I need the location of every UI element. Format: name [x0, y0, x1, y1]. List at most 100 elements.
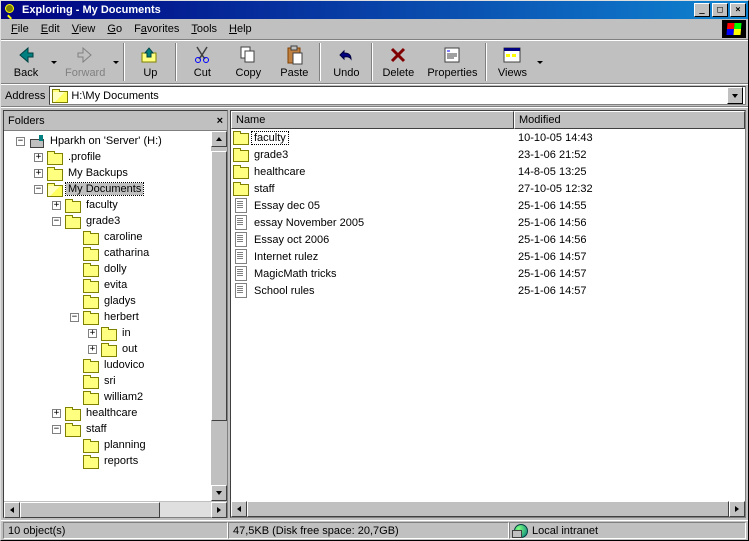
folders-pane: Folders × −Hparkh on 'Server' (H:) +.pro…: [3, 110, 228, 518]
menu-help[interactable]: Help: [223, 21, 258, 37]
folder-icon: [65, 199, 81, 212]
column-headers: Name Modified: [231, 111, 745, 129]
properties-button[interactable]: Properties: [421, 42, 483, 82]
explorer-window: Exploring - My Documents _ □ × File Edit…: [0, 0, 749, 541]
list-item[interactable]: staff27-10-05 12:32: [231, 180, 745, 197]
tree-hscrollbar[interactable]: [4, 501, 227, 517]
cut-button[interactable]: Cut: [179, 42, 225, 82]
list-item[interactable]: MagicMath tricks25-1-06 14:57: [231, 265, 745, 282]
up-folder-icon: [140, 45, 160, 65]
folder-icon: [65, 423, 81, 436]
tree-node[interactable]: catharina: [4, 245, 211, 261]
tree-node[interactable]: +faculty: [4, 197, 211, 213]
window-title: Exploring - My Documents: [22, 4, 692, 16]
up-button[interactable]: Up: [127, 42, 173, 82]
list-item[interactable]: faculty10-10-05 14:43: [231, 129, 745, 146]
drive-icon: [29, 135, 45, 148]
folder-open-icon: [47, 183, 63, 196]
menu-view[interactable]: View: [66, 21, 102, 37]
status-size: 47,5KB (Disk free space: 20,7GB): [228, 522, 509, 539]
list-item[interactable]: Essay dec 0525-1-06 14:55: [231, 197, 745, 214]
address-dropdown[interactable]: [727, 87, 743, 104]
tree-node[interactable]: sri: [4, 373, 211, 389]
folder-icon: [83, 455, 99, 468]
folder-icon: [233, 131, 249, 144]
tree-node[interactable]: ludovico: [4, 357, 211, 373]
address-label: Address: [3, 90, 49, 102]
tree-node-root[interactable]: −Hparkh on 'Server' (H:): [4, 133, 211, 149]
tree-node[interactable]: dolly: [4, 261, 211, 277]
copy-button[interactable]: Copy: [225, 42, 271, 82]
folder-icon: [65, 215, 81, 228]
column-modified[interactable]: Modified: [514, 111, 745, 129]
tree-node[interactable]: +.profile: [4, 149, 211, 165]
folder-icon: [83, 311, 99, 324]
menu-favorites[interactable]: Favorites: [128, 21, 185, 37]
minimize-button[interactable]: _: [694, 3, 710, 17]
tree-node[interactable]: planning: [4, 437, 211, 453]
delete-button[interactable]: Delete: [375, 42, 421, 82]
back-button[interactable]: Back: [3, 42, 49, 82]
undo-button[interactable]: Undo: [323, 42, 369, 82]
tree-node[interactable]: +out: [4, 341, 211, 357]
tree-node[interactable]: −staff: [4, 421, 211, 437]
forward-button: Forward: [59, 42, 111, 82]
views-button[interactable]: Views: [489, 42, 535, 82]
folder-icon: [83, 439, 99, 452]
list-item[interactable]: Internet rulez25-1-06 14:57: [231, 248, 745, 265]
column-name[interactable]: Name: [231, 111, 514, 129]
tree-node-mydocuments[interactable]: −My Documents: [4, 181, 211, 197]
folders-header: Folders ×: [4, 111, 227, 131]
tree-node[interactable]: reports: [4, 453, 211, 469]
tree-vscrollbar[interactable]: [211, 131, 227, 501]
folder-icon: [47, 167, 63, 180]
forward-dropdown[interactable]: [111, 61, 121, 64]
back-dropdown[interactable]: [49, 61, 59, 64]
document-icon: [233, 215, 249, 230]
maximize-button[interactable]: □: [712, 3, 728, 17]
menu-edit[interactable]: Edit: [35, 21, 66, 37]
list-item[interactable]: healthcare14-8-05 13:25: [231, 163, 745, 180]
scissors-icon: [192, 45, 212, 65]
folder-icon: [65, 407, 81, 420]
menu-tools[interactable]: Tools: [185, 21, 223, 37]
tree-node[interactable]: gladys: [4, 293, 211, 309]
folder-icon: [233, 148, 249, 161]
views-dropdown[interactable]: [535, 61, 545, 64]
file-list: faculty10-10-05 14:43 grade323-1-06 21:5…: [231, 129, 745, 501]
tree-node[interactable]: −herbert: [4, 309, 211, 325]
folder-icon: [233, 182, 249, 195]
list-item[interactable]: School rules25-1-06 14:57: [231, 282, 745, 299]
document-icon: [233, 266, 249, 281]
tree-node[interactable]: −grade3: [4, 213, 211, 229]
list-item[interactable]: grade323-1-06 21:52: [231, 146, 745, 163]
document-icon: [233, 198, 249, 213]
close-button[interactable]: ×: [730, 3, 746, 17]
folder-icon: [52, 89, 68, 102]
files-pane: Name Modified faculty10-10-05 14:43 grad…: [230, 110, 746, 518]
titlebar[interactable]: Exploring - My Documents _ □ ×: [1, 1, 748, 19]
files-hscrollbar[interactable]: [231, 501, 745, 517]
folder-icon: [83, 391, 99, 404]
tree-node[interactable]: caroline: [4, 229, 211, 245]
tree-node[interactable]: +healthcare: [4, 405, 211, 421]
windows-logo: [722, 20, 746, 38]
list-item[interactable]: Essay oct 200625-1-06 14:56: [231, 231, 745, 248]
undo-icon: [336, 45, 356, 65]
status-objects: 10 object(s): [3, 522, 228, 539]
tree-node[interactable]: +in: [4, 325, 211, 341]
paste-button[interactable]: Paste: [271, 42, 317, 82]
address-field[interactable]: H:\My Documents: [49, 86, 746, 105]
menu-go[interactable]: Go: [101, 21, 128, 37]
tree-node[interactable]: william2: [4, 389, 211, 405]
explorer-icon: [3, 2, 19, 18]
tree-node[interactable]: +My Backups: [4, 165, 211, 181]
menu-file[interactable]: File: [5, 21, 35, 37]
menubar: File Edit View Go Favorites Tools Help: [1, 19, 748, 40]
document-icon: [233, 232, 249, 247]
status-zone: Local intranet: [509, 522, 746, 539]
tree-node[interactable]: evita: [4, 277, 211, 293]
folders-title: Folders: [8, 115, 45, 127]
folders-close-button[interactable]: ×: [217, 115, 223, 127]
list-item[interactable]: essay November 200525-1-06 14:56: [231, 214, 745, 231]
